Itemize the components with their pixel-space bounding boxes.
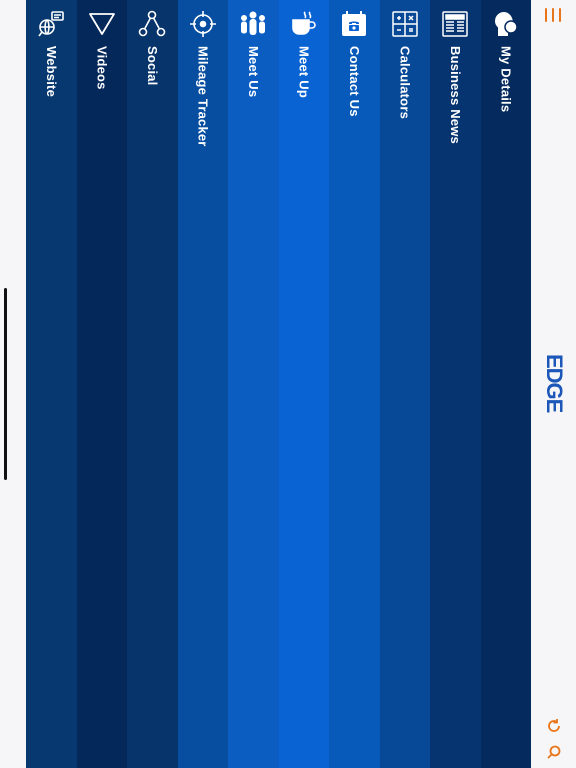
search-icon[interactable] xyxy=(546,744,562,760)
menu-item-label: Business News xyxy=(447,46,463,144)
menu-item-mileage-tracker[interactable]: Mileage Tracker xyxy=(177,0,228,768)
menu-item-social[interactable]: Social xyxy=(127,0,178,768)
main-menu: Website Videos Social Mileage Tracker Me… xyxy=(26,0,531,768)
menu-item-meet-up[interactable]: Meet Up xyxy=(278,0,329,768)
left-gutter xyxy=(0,0,26,768)
calculator-icon xyxy=(390,9,420,39)
profile-head-icon xyxy=(491,9,521,39)
coffee-cup-icon xyxy=(289,9,319,39)
menu-item-label: Meet Up xyxy=(296,46,312,98)
app-screen: Website Videos Social Mileage Tracker Me… xyxy=(0,0,576,768)
menu-item-business-news[interactable]: Business News xyxy=(430,0,481,768)
menu-item-contact-us[interactable]: Contact Us xyxy=(329,0,380,768)
menu-item-label: Videos xyxy=(94,46,110,90)
menu-item-label: Website xyxy=(43,46,59,98)
edge-logo: EDGE xyxy=(542,352,567,414)
refresh-icon[interactable] xyxy=(546,718,562,734)
phone-calendar-icon xyxy=(339,9,369,39)
menu-item-meet-us[interactable]: Meet Us xyxy=(228,0,279,768)
right-toolbar: EDGE xyxy=(531,0,576,768)
share-nodes-icon xyxy=(137,9,167,39)
newspaper-icon xyxy=(440,9,470,39)
menu-item-label: My Details xyxy=(498,46,514,113)
play-triangle-icon xyxy=(87,9,117,39)
menu-item-videos[interactable]: Videos xyxy=(76,0,127,768)
menu-item-calculators[interactable]: Calculators xyxy=(379,0,430,768)
people-group-icon xyxy=(238,9,268,39)
menu-item-label: Contact Us xyxy=(346,46,362,117)
menu-item-website[interactable]: Website xyxy=(26,0,77,768)
home-indicator[interactable] xyxy=(4,288,7,480)
menu-item-label: Social xyxy=(144,46,160,86)
menu-item-label: Calculators xyxy=(397,46,413,120)
menu-item-my-details[interactable]: My Details xyxy=(480,0,531,768)
website-globe-icon xyxy=(36,9,66,39)
crosshair-target-icon xyxy=(188,9,218,39)
logo-text: EDGE xyxy=(542,353,567,413)
menu-item-label: Mileage Tracker xyxy=(195,46,211,147)
hamburger-menu-icon[interactable] xyxy=(545,8,561,22)
menu-item-label: Meet Us xyxy=(245,46,261,98)
